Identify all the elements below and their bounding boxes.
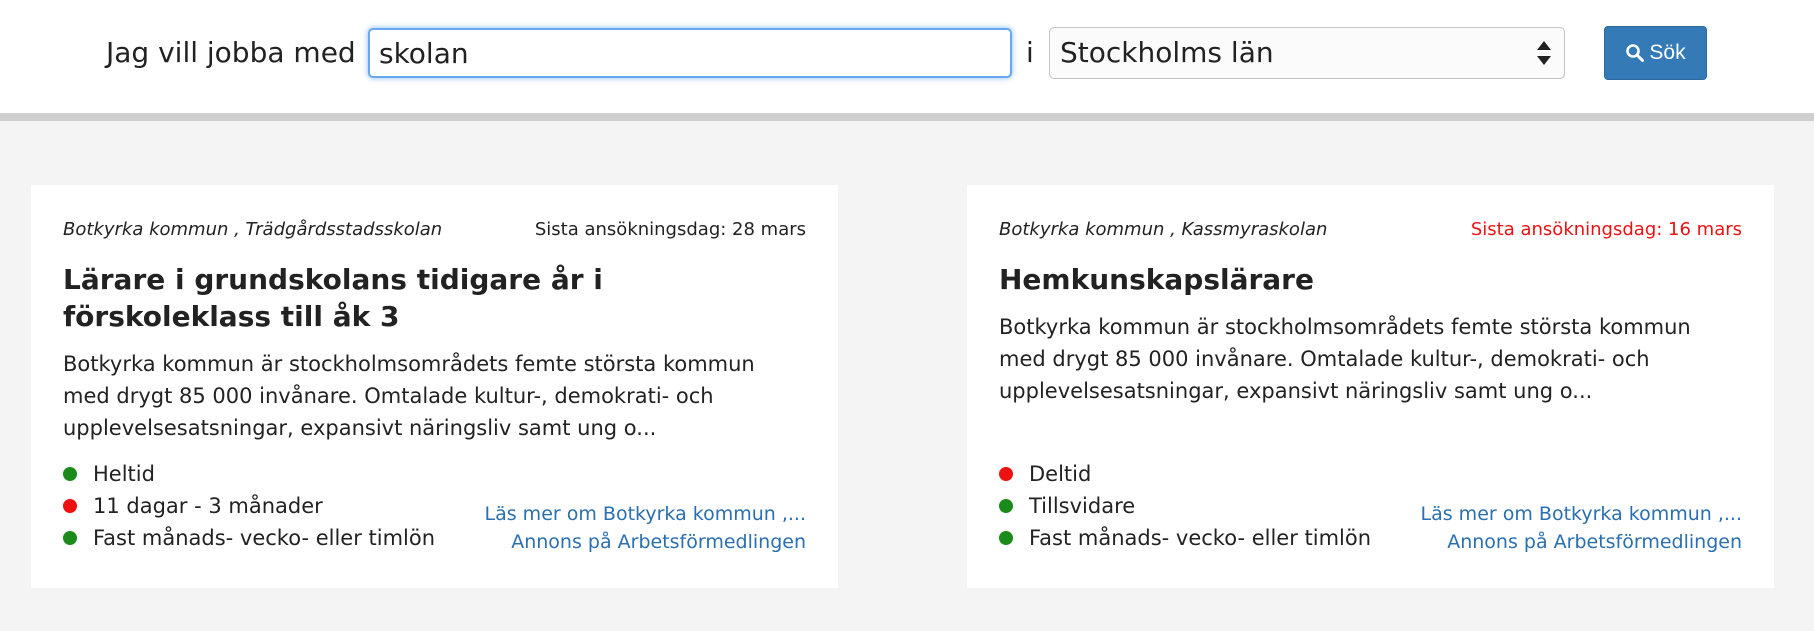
- job-attribute: Heltid: [63, 458, 435, 490]
- job-card: Botkyrka kommun , Trädgårdsstadsskolan S…: [31, 185, 838, 588]
- job-links: Läs mer om Botkyrka kommun ,... Annons p…: [1421, 500, 1742, 556]
- status-dot-icon: [63, 499, 77, 513]
- job-title[interactable]: Lärare i grundskolans tidigare år i förs…: [63, 261, 811, 335]
- job-attributes: Deltid Tillsvidare Fast månads- vecko- e…: [999, 458, 1371, 554]
- job-attribute-label: Fast månads- vecko- eller timlön: [93, 526, 436, 550]
- search-button-label: Sök: [1649, 41, 1686, 64]
- read-more-link[interactable]: Läs mer om Botkyrka kommun ,...: [1421, 500, 1742, 528]
- select-arrows-icon: [1537, 41, 1551, 65]
- job-attribute-label: Tillsvidare: [1029, 494, 1136, 518]
- employer-name: Botkyrka kommun , Trädgårdsstadsskolan: [63, 219, 443, 240]
- job-attribute: 11 dagar - 3 månader: [63, 490, 435, 522]
- job-attribute-label: Deltid: [1029, 462, 1092, 486]
- job-links: Läs mer om Botkyrka kommun ,... Annons p…: [485, 500, 806, 556]
- search-input[interactable]: [368, 28, 1012, 78]
- status-dot-icon: [999, 467, 1013, 481]
- ad-source-link[interactable]: Annons på Arbetsförmedlingen: [485, 528, 806, 556]
- job-attribute-label: Fast månads- vecko- eller timlön: [1029, 526, 1372, 550]
- job-attribute-label: Heltid: [93, 462, 155, 486]
- search-button[interactable]: Sök: [1604, 26, 1707, 80]
- search-bar: Jag vill jobba med i Stockholms län Sök: [0, 0, 1814, 121]
- employer-name: Botkyrka kommun , Kassmyraskolan: [999, 219, 1328, 240]
- job-attribute: Deltid: [999, 458, 1371, 490]
- application-deadline: Sista ansökningsdag: 16 mars: [1470, 219, 1742, 240]
- search-lead-text: Jag vill jobba med: [106, 36, 356, 69]
- job-attribute: Fast månads- vecko- eller timlön: [999, 522, 1371, 554]
- status-dot-icon: [999, 499, 1013, 513]
- job-attribute: Tillsvidare: [999, 490, 1371, 522]
- job-description: Botkyrka kommun är stockholmsområdets fe…: [999, 315, 1691, 403]
- job-attributes: Heltid 11 dagar - 3 månader Fast månads-…: [63, 458, 435, 554]
- application-deadline: Sista ansökningsdag: 28 mars: [534, 219, 806, 240]
- status-dot-icon: [63, 531, 77, 545]
- job-attribute-label: 11 dagar - 3 månader: [93, 494, 323, 518]
- job-card: Botkyrka kommun , Kassmyraskolan Sista a…: [967, 185, 1774, 588]
- job-description: Botkyrka kommun är stockholmsområdets fe…: [63, 352, 755, 440]
- ad-source-link[interactable]: Annons på Arbetsförmedlingen: [1421, 528, 1742, 556]
- region-select-value: Stockholms län: [1060, 36, 1274, 69]
- search-conjunction: i: [1026, 36, 1034, 69]
- status-dot-icon: [63, 467, 77, 481]
- region-select[interactable]: Stockholms län: [1049, 27, 1565, 79]
- search-icon: [1626, 44, 1645, 62]
- read-more-link[interactable]: Läs mer om Botkyrka kommun ,...: [485, 500, 806, 528]
- job-title[interactable]: Hemkunskapslärare: [999, 261, 1747, 298]
- status-dot-icon: [999, 531, 1013, 545]
- job-attribute: Fast månads- vecko- eller timlön: [63, 522, 435, 554]
